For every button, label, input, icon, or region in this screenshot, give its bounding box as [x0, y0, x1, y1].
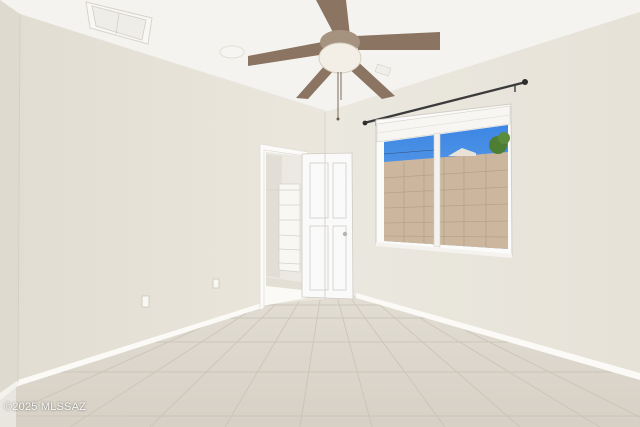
- watermark: ©2025 MLSSAZ: [4, 401, 87, 413]
- wall-outlet: [212, 278, 220, 289]
- door-knob: [342, 231, 348, 237]
- open-door: [301, 152, 354, 300]
- room-photo: ©2025 MLSSAZ: [0, 0, 640, 427]
- closet-doorway: [262, 146, 306, 306]
- wall-outlet: [141, 295, 150, 308]
- window: [375, 103, 513, 258]
- window-mullion: [433, 132, 441, 248]
- room-scene: [0, 0, 640, 427]
- left-edge-wall: [0, 0, 20, 395]
- smoke-detector: [219, 45, 245, 59]
- fan-light-globe: [318, 42, 362, 74]
- block-wall-outside: [384, 152, 508, 249]
